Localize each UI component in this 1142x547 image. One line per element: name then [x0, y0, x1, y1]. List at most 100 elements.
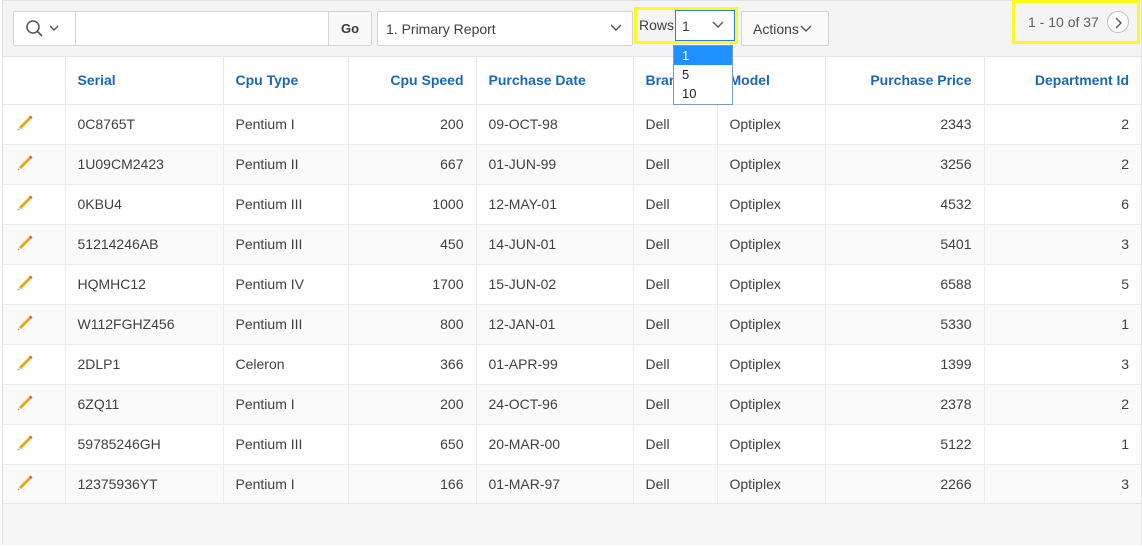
go-button[interactable]: Go	[328, 12, 371, 45]
cell-cpu-type: Pentium IV	[223, 264, 349, 305]
chevron-right-icon	[1115, 17, 1122, 29]
table-row: 0C8765T Pentium I 200 09-OCT-98 Dell Optiplex…	[3, 104, 1141, 145]
cell-cpu-type: Pentium I	[223, 384, 349, 425]
cell-purchase-price: 5122	[825, 424, 985, 465]
edit-cell	[3, 184, 66, 225]
rows-label: Rows	[639, 17, 675, 33]
next-page-button[interactable]	[1107, 11, 1129, 33]
edit-pencil-icon[interactable]	[16, 435, 34, 455]
cell-department-id: 2	[984, 104, 1141, 145]
column-header-cpu-type[interactable]: Cpu Type	[223, 57, 349, 105]
cell-serial: 2DLP1	[65, 344, 224, 385]
cell-cpu-type: Pentium I	[223, 464, 349, 505]
edit-pencil-icon[interactable]	[16, 355, 34, 375]
rows-per-page-select[interactable]: 1	[675, 10, 735, 41]
cell-cpu-type: Pentium III	[223, 184, 349, 225]
actions-label: Actions	[753, 20, 799, 37]
column-header-model[interactable]: Model	[717, 57, 826, 105]
edit-pencil-icon[interactable]	[16, 195, 34, 215]
chevron-down-icon	[610, 24, 622, 31]
table-row: 1U09CM2423 Pentium II 667 01-JUN-99 Dell Opti…	[3, 144, 1141, 185]
cell-cpu-speed: 200	[348, 104, 477, 145]
cell-purchase-price: 5330	[825, 304, 985, 345]
edit-pencil-icon[interactable]	[16, 155, 34, 175]
cell-cpu-speed: 800	[348, 304, 477, 345]
edit-cell	[3, 224, 66, 265]
cell-serial: 0C8765T	[65, 104, 224, 145]
cell-department-id: 2	[984, 144, 1141, 185]
cell-purchase-price: 5401	[825, 224, 985, 265]
cell-brand: Dell	[633, 304, 718, 345]
report-toolbar: Go 1. Primary Report Rows 1 Actions	[3, 1, 1141, 57]
cell-serial: 12375936YT	[65, 464, 224, 505]
cell-serial: HQMHC12	[65, 264, 224, 305]
search-icon	[26, 20, 59, 37]
column-header-serial[interactable]: Serial	[65, 57, 224, 105]
cell-department-id: 3	[984, 224, 1141, 265]
search-input[interactable]	[76, 12, 328, 45]
search-column-button[interactable]	[14, 12, 76, 45]
cell-cpu-speed: 200	[348, 384, 477, 425]
saved-report-value: 1. Primary Report	[386, 20, 496, 37]
rows-option[interactable]: 5	[674, 65, 732, 84]
pagination-range: 1 - 10 of 37	[1028, 14, 1099, 30]
edit-cell	[3, 304, 66, 345]
cell-department-id: 1	[984, 424, 1141, 465]
cell-serial: 0KBU4	[65, 184, 224, 225]
cell-serial: 6ZQ11	[65, 384, 224, 425]
edit-cell	[3, 104, 66, 145]
cell-purchase-price: 4532	[825, 184, 985, 225]
cell-serial: 1U09CM2423	[65, 144, 224, 185]
table-row: W112FGHZ456 Pentium III 800 12-JAN-01 Dell Op…	[3, 304, 1141, 345]
actions-menu-button[interactable]: Actions	[741, 11, 829, 46]
column-header-purchase-price[interactable]: Purchase Price	[825, 57, 985, 105]
cell-brand: Dell	[633, 344, 718, 385]
cell-model: Optiplex	[717, 344, 826, 385]
cell-purchase-price: 6588	[825, 264, 985, 305]
rows-option[interactable]: 1	[674, 46, 732, 65]
column-header-department-id[interactable]: Department Id	[984, 57, 1141, 105]
report-footer	[3, 503, 1141, 545]
chevron-down-icon	[800, 25, 812, 32]
cell-department-id: 3	[984, 344, 1141, 385]
cell-brand: Dell	[633, 104, 718, 145]
cell-cpu-type: Pentium II	[223, 144, 349, 185]
column-header-cpu-speed[interactable]: Cpu Speed	[348, 57, 477, 105]
cell-department-id: 3	[984, 464, 1141, 505]
cell-purchase-date: 01-MAR-97	[476, 464, 634, 505]
edit-pencil-icon[interactable]	[16, 235, 34, 255]
edit-pencil-icon[interactable]	[16, 275, 34, 295]
column-header-purchase-date[interactable]: Purchase Date	[476, 57, 634, 105]
rows-options-list: 1 5 10	[673, 45, 733, 105]
rows-per-page-control: Rows 1	[634, 7, 738, 44]
edit-pencil-icon[interactable]	[16, 315, 34, 335]
table-row: 0KBU4 Pentium III 1000 12-MAY-01 Dell Optiple…	[3, 184, 1141, 225]
cell-department-id: 1	[984, 304, 1141, 345]
cell-brand: Dell	[633, 184, 718, 225]
table-row: 6ZQ11 Pentium I 200 24-OCT-96 Dell Optiplex 23…	[3, 384, 1141, 425]
cell-brand: Dell	[633, 224, 718, 265]
cell-cpu-speed: 1700	[348, 264, 477, 305]
cell-cpu-type: Pentium III	[223, 224, 349, 265]
cell-model: Optiplex	[717, 184, 826, 225]
cell-model: Optiplex	[717, 104, 826, 145]
rows-option[interactable]: 10	[674, 84, 732, 103]
pagination: 1 - 10 of 37	[1012, 0, 1140, 44]
edit-pencil-icon[interactable]	[16, 475, 34, 495]
cell-cpu-type: Pentium III	[223, 424, 349, 465]
cell-model: Optiplex	[717, 464, 826, 505]
cell-model: Optiplex	[717, 224, 826, 265]
cell-purchase-price: 2343	[825, 104, 985, 145]
cell-cpu-type: Celeron	[223, 344, 349, 385]
cell-purchase-date: 14-JUN-01	[476, 224, 634, 265]
edit-cell	[3, 264, 66, 305]
cell-purchase-date: 20-MAR-00	[476, 424, 634, 465]
cell-serial: W112FGHZ456	[65, 304, 224, 345]
cell-cpu-speed: 166	[348, 464, 477, 505]
saved-report-select[interactable]: 1. Primary Report	[377, 11, 633, 46]
edit-pencil-icon[interactable]	[16, 395, 34, 415]
cell-model: Optiplex	[717, 384, 826, 425]
cell-purchase-date: 24-OCT-96	[476, 384, 634, 425]
table-row: HQMHC12 Pentium IV 1700 15-JUN-02 Dell Optipl…	[3, 264, 1141, 305]
edit-pencil-icon[interactable]	[16, 115, 34, 135]
